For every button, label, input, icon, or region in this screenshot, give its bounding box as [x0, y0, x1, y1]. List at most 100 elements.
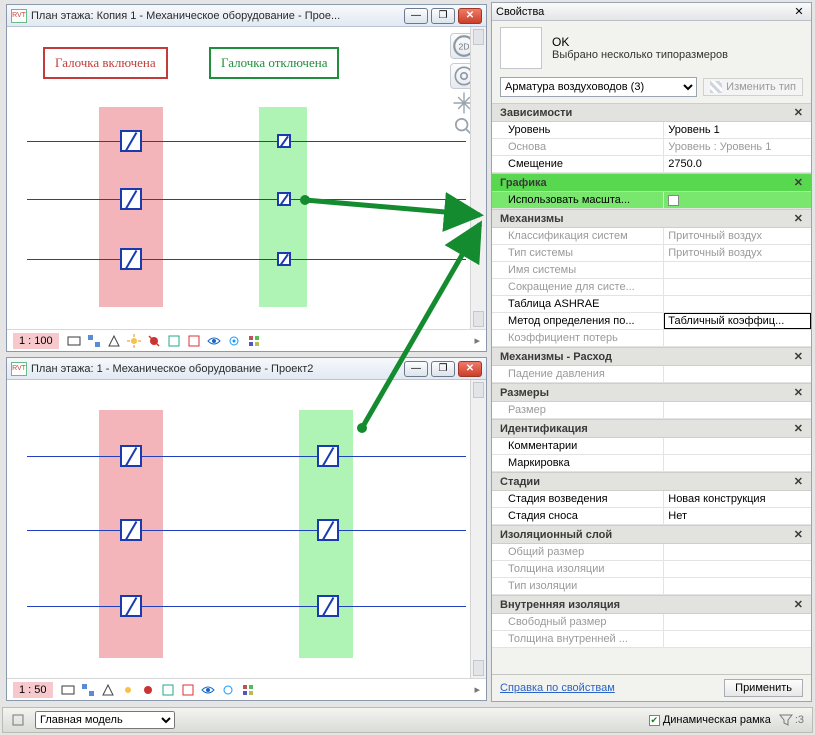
- property-row: ОсноваУровень : Уровень 1: [492, 139, 811, 156]
- property-group-header[interactable]: Механизмы - Расход✕: [492, 347, 811, 366]
- visual-style-icon[interactable]: [101, 683, 115, 697]
- property-value[interactable]: [664, 192, 811, 208]
- type-selector[interactable]: Арматура воздуховодов (3): [500, 77, 697, 97]
- valve-icon[interactable]: [120, 248, 142, 270]
- dynamic-frame-checkbox[interactable]: ✔ Динамическая рамка: [649, 714, 771, 726]
- sun-path-icon[interactable]: [127, 334, 141, 348]
- property-row[interactable]: Комментарии: [492, 438, 811, 455]
- checkbox[interactable]: [668, 195, 679, 206]
- property-row[interactable]: Использовать масшта...: [492, 192, 811, 209]
- property-name: Тип изоляции: [492, 578, 664, 594]
- property-value[interactable]: [664, 438, 811, 454]
- property-value[interactable]: [664, 455, 811, 471]
- properties-help-link[interactable]: Справка по свойствам: [500, 682, 615, 694]
- reveal-hidden-icon[interactable]: [227, 334, 241, 348]
- apply-button[interactable]: Применить: [724, 679, 803, 697]
- property-group-header[interactable]: Механизмы✕: [492, 209, 811, 228]
- property-group-header[interactable]: Внутренняя изоляция✕: [492, 595, 811, 614]
- mdi-titlebar-bottom[interactable]: RVT План этажа: 1 - Механическое оборудо…: [7, 358, 486, 380]
- model-graphics-icon[interactable]: [61, 683, 75, 697]
- property-value[interactable]: [664, 296, 811, 312]
- selection-filter-button[interactable]: :3: [779, 713, 804, 727]
- property-row: Толщина внутренней ...: [492, 631, 811, 648]
- property-row[interactable]: Таблица ASHRAE: [492, 296, 811, 313]
- type-preview-thumb: [500, 27, 542, 69]
- properties-titlebar[interactable]: Свойства ✕: [492, 3, 811, 21]
- app-statusbar: Главная модель ✔ Динамическая рамка :3: [2, 707, 813, 733]
- property-row[interactable]: УровеньУровень 1: [492, 122, 811, 139]
- edit-type-icon: [710, 81, 722, 93]
- minimize-button[interactable]: —: [404, 361, 428, 377]
- property-group-header[interactable]: Идентификация✕: [492, 419, 811, 438]
- property-value[interactable]: Новая конструкция: [664, 491, 811, 507]
- property-group-header[interactable]: Стадии✕: [492, 472, 811, 491]
- worksharing-icon[interactable]: [247, 334, 261, 348]
- scrollbar-v[interactable]: [470, 380, 486, 678]
- property-name: Общий размер: [492, 544, 664, 560]
- close-icon[interactable]: ✕: [791, 5, 807, 18]
- valve-icon[interactable]: [277, 134, 291, 148]
- viewport-top[interactable]: Галочка включена Галочка отключена 2D: [7, 27, 486, 351]
- shadows-icon[interactable]: [141, 683, 155, 697]
- visual-style-icon[interactable]: [107, 334, 121, 348]
- mdi-titlebar-top[interactable]: RVT План этажа: Копия 1 - Механическое о…: [7, 5, 486, 27]
- hide-isolate-icon[interactable]: [207, 334, 221, 348]
- crop-visible-icon[interactable]: [181, 683, 195, 697]
- valve-icon[interactable]: [277, 192, 291, 206]
- property-value: [664, 279, 811, 295]
- maximize-button[interactable]: ❐: [431, 8, 455, 24]
- valve-icon[interactable]: [120, 519, 142, 541]
- viewport-bottom[interactable]: 1 : 50 ▸: [7, 380, 486, 700]
- property-group-header[interactable]: Изоляционный слой✕: [492, 525, 811, 544]
- property-row[interactable]: Стадия возведенияНовая конструкция: [492, 491, 811, 508]
- close-button[interactable]: ✕: [458, 361, 482, 377]
- shadows-icon[interactable]: [147, 334, 161, 348]
- edit-type-button[interactable]: Изменить тип: [703, 78, 803, 96]
- valve-icon[interactable]: [120, 445, 142, 467]
- crop-view-icon[interactable]: [161, 683, 175, 697]
- property-group-header[interactable]: Зависимости✕: [492, 103, 811, 122]
- close-button[interactable]: ✕: [458, 8, 482, 24]
- model-graphics-icon[interactable]: [67, 334, 81, 348]
- valve-icon[interactable]: [317, 445, 339, 467]
- scale-chip[interactable]: 1 : 100: [13, 333, 59, 349]
- worksharing-icon[interactable]: [241, 683, 255, 697]
- property-value[interactable]: Нет: [664, 508, 811, 524]
- property-name: Комментарии: [492, 438, 664, 454]
- crop-visible-icon[interactable]: [187, 334, 201, 348]
- maximize-button[interactable]: ❐: [431, 361, 455, 377]
- workset-select[interactable]: Главная модель: [35, 711, 175, 729]
- property-value: [664, 366, 811, 382]
- property-row[interactable]: Стадия сносаНет: [492, 508, 811, 525]
- hide-isolate-icon[interactable]: [201, 683, 215, 697]
- view-status-menu[interactable]: ▸: [474, 334, 480, 347]
- view-status-menu[interactable]: ▸: [474, 683, 480, 696]
- statusbar-icon[interactable]: [11, 713, 25, 727]
- detail-level-icon[interactable]: [87, 334, 101, 348]
- property-group-header[interactable]: Графика✕: [492, 173, 811, 192]
- reveal-hidden-icon[interactable]: [221, 683, 235, 697]
- valve-icon[interactable]: [120, 188, 142, 210]
- property-group-header[interactable]: Размеры✕: [492, 383, 811, 402]
- property-value[interactable]: Уровень 1: [664, 122, 811, 138]
- properties-grid[interactable]: Зависимости✕УровеньУровень 1ОсноваУровен…: [492, 103, 811, 674]
- valve-icon[interactable]: [120, 595, 142, 617]
- valve-icon[interactable]: [317, 519, 339, 541]
- properties-title: Свойства: [496, 6, 791, 18]
- crop-view-icon[interactable]: [167, 334, 181, 348]
- property-row[interactable]: Маркировка: [492, 455, 811, 472]
- property-name: Смещение: [492, 156, 664, 172]
- property-value[interactable]: Табличный коэффиц...: [664, 313, 811, 329]
- valve-icon[interactable]: [317, 595, 339, 617]
- detail-level-icon[interactable]: [81, 683, 95, 697]
- valve-icon[interactable]: [120, 130, 142, 152]
- property-row[interactable]: Метод определения по...Табличный коэффиц…: [492, 313, 811, 330]
- property-name: Основа: [492, 139, 664, 155]
- scale-chip[interactable]: 1 : 50: [13, 682, 53, 698]
- minimize-button[interactable]: —: [404, 8, 428, 24]
- sun-path-icon[interactable]: [121, 683, 135, 697]
- scrollbar-v[interactable]: [470, 27, 486, 329]
- property-value[interactable]: 2750.0: [664, 156, 811, 172]
- valve-icon[interactable]: [277, 252, 291, 266]
- property-row[interactable]: Смещение2750.0: [492, 156, 811, 173]
